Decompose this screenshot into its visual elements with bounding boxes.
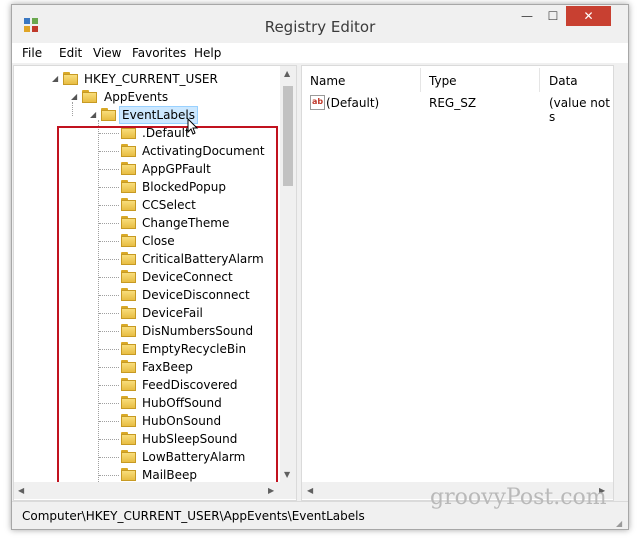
menu-edit[interactable]: Edit [59, 46, 82, 60]
column-divider[interactable] [420, 68, 421, 92]
menu-bar: File Edit View Favorites Help [12, 43, 628, 63]
title-bar: Registry Editor — ☐ ✕ [12, 5, 628, 43]
column-header-data[interactable]: Data [549, 74, 578, 88]
highlight-box [57, 126, 278, 488]
content-area: ◢ HKEY_CURRENT_USER ◢ AppEvents ◢ EventL… [12, 63, 628, 501]
column-divider[interactable] [539, 68, 540, 92]
collapse-arrow-icon[interactable]: ◢ [52, 70, 58, 88]
scroll-left-icon[interactable]: ◀ [18, 486, 24, 495]
registry-editor-window: Registry Editor — ☐ ✕ File Edit View Fav… [11, 4, 629, 530]
collapse-arrow-icon[interactable]: ◢ [90, 106, 96, 124]
menu-favorites[interactable]: Favorites [132, 46, 186, 60]
folder-icon [63, 72, 78, 85]
watermark: groovyPost.com [430, 485, 607, 510]
tree-node-root[interactable]: ◢ HKEY_CURRENT_USER [14, 70, 274, 88]
menu-file[interactable]: File [22, 46, 42, 60]
value-name: (Default) [326, 96, 380, 110]
maximize-button[interactable]: ☐ [540, 6, 566, 26]
folder-icon [82, 90, 97, 103]
menu-view[interactable]: View [93, 46, 121, 60]
tree-horizontal-scrollbar[interactable]: ◀ ▶ [14, 482, 280, 499]
collapse-arrow-icon[interactable]: ◢ [71, 88, 77, 106]
minimize-button[interactable]: — [514, 6, 540, 26]
tree-vertical-scrollbar[interactable]: ▲ ▼ [280, 66, 296, 482]
string-value-icon: ab [310, 95, 325, 110]
menu-help[interactable]: Help [194, 46, 221, 60]
folder-icon [101, 108, 116, 121]
scroll-down-icon[interactable]: ▼ [284, 470, 290, 479]
tree-node-label: HKEY_CURRENT_USER [84, 72, 218, 86]
mouse-cursor-icon [187, 118, 199, 135]
status-path: Computer\HKEY_CURRENT_USER\AppEvents\Eve… [22, 509, 365, 523]
tree-node-label: AppEvents [104, 90, 169, 104]
scroll-left-icon[interactable]: ◀ [307, 486, 313, 495]
scroll-right-icon[interactable]: ▶ [268, 486, 274, 495]
scroll-up-icon[interactable]: ▲ [284, 69, 290, 78]
resize-grip-icon[interactable]: ◢ [616, 519, 622, 528]
column-header-name[interactable]: Name [310, 74, 345, 88]
tree-node-appevents[interactable]: ◢ AppEvents [14, 88, 274, 106]
values-list-pane[interactable]: Name Type Data ab (Default) REG_SZ (valu… [301, 65, 614, 501]
scrollbar-corner [280, 482, 296, 499]
value-data: (value not s [549, 96, 610, 124]
scroll-thumb[interactable] [283, 86, 293, 186]
close-button[interactable]: ✕ [566, 6, 611, 26]
value-type: REG_SZ [429, 96, 477, 110]
tree-node-eventlabels[interactable]: ◢ EventLabels [14, 106, 274, 124]
registry-tree-pane[interactable]: ◢ HKEY_CURRENT_USER ◢ AppEvents ◢ EventL… [13, 65, 297, 501]
column-header-type[interactable]: Type [429, 74, 457, 88]
